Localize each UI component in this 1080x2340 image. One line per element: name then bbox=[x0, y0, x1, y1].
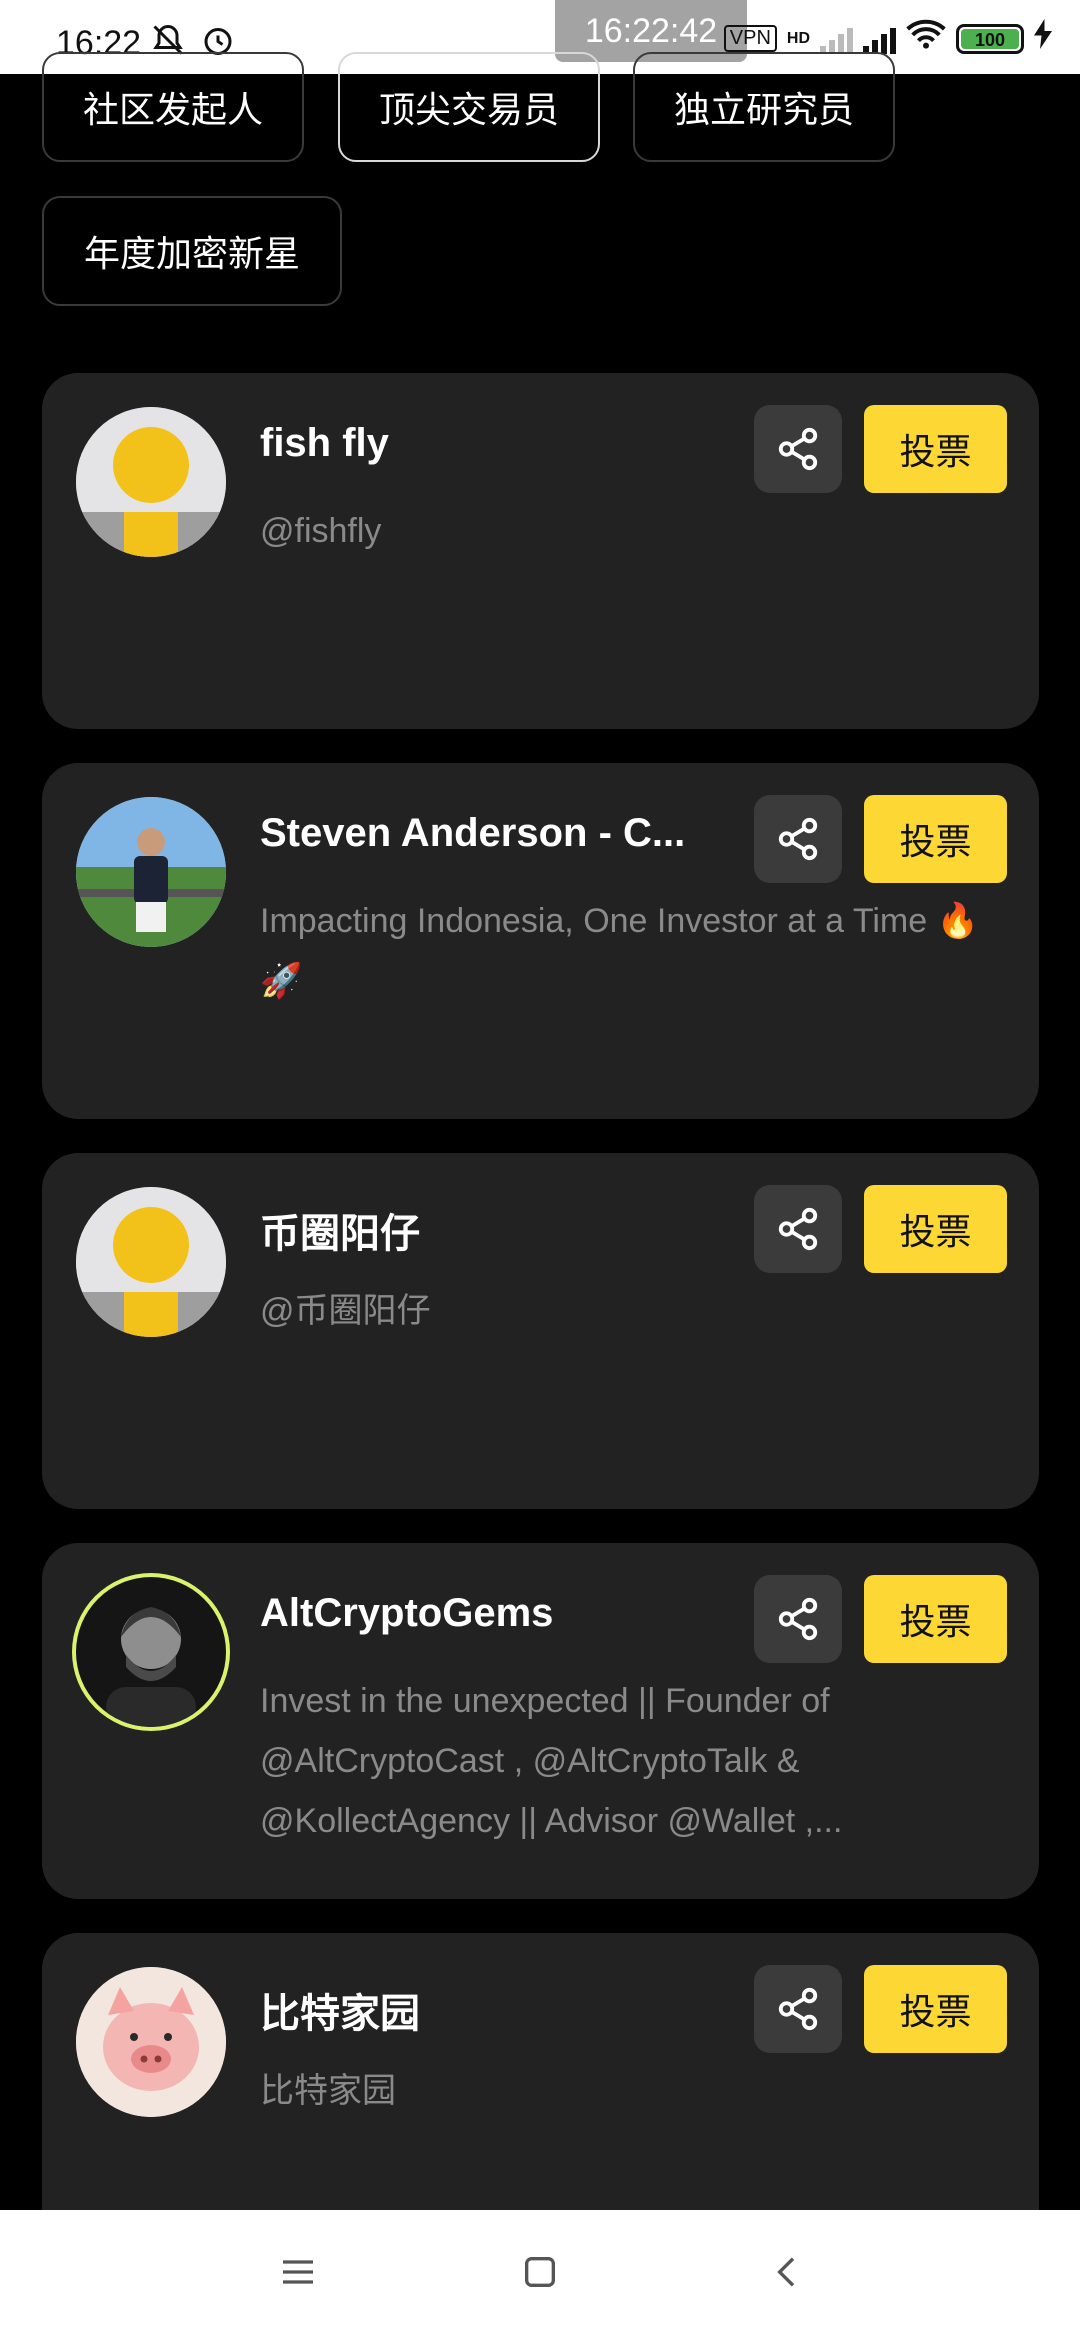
candidate-name: Steven Anderson - C... bbox=[260, 811, 686, 855]
menu-icon[interactable] bbox=[278, 2250, 318, 2299]
charging-icon bbox=[1034, 19, 1052, 58]
home-icon[interactable] bbox=[520, 2250, 560, 2299]
signal-weak-icon bbox=[820, 24, 853, 54]
candidate-bio: Invest in the unexpected || Founder of @… bbox=[260, 1682, 843, 1840]
share-button[interactable] bbox=[754, 795, 842, 883]
network-label: HD bbox=[786, 29, 810, 47]
pig-avatar bbox=[76, 1967, 226, 2117]
back-icon[interactable] bbox=[768, 2250, 808, 2299]
share-button[interactable] bbox=[754, 405, 842, 493]
chip-top-trader[interactable]: 顶尖交易员 bbox=[338, 52, 600, 162]
photo-avatar bbox=[76, 797, 226, 947]
vote-button[interactable]: 投票 bbox=[864, 795, 1007, 883]
share-button[interactable] bbox=[754, 1185, 842, 1273]
share-icon bbox=[778, 817, 818, 861]
candidate-bio: Impacting Indonesia, One Investor at a T… bbox=[260, 902, 979, 1000]
battery-level: 100 bbox=[961, 28, 1019, 50]
battery-icon: 100 bbox=[956, 23, 1024, 54]
chip-independent-researcher[interactable]: 独立研究员 bbox=[633, 52, 895, 162]
wifi-icon bbox=[906, 18, 946, 59]
candidate-bio: @币圈阳仔 bbox=[260, 1292, 431, 1330]
default-avatar-icon bbox=[76, 407, 226, 557]
share-icon bbox=[778, 427, 818, 471]
candidate-bio: 比特家园 bbox=[260, 2072, 396, 2110]
candidate-bio: @fishfly bbox=[260, 512, 382, 550]
candidate-name: fish fly bbox=[260, 421, 389, 465]
candidate-card: 币圈阳仔 @币圈阳仔 投票 bbox=[42, 1153, 1039, 1509]
candidate-card: fish fly @fishfly 投票 bbox=[42, 373, 1039, 729]
vote-button[interactable]: 投票 bbox=[864, 1965, 1007, 2053]
candidate-name: 币圈阳仔 bbox=[260, 1212, 420, 1256]
candidate-card: AltCryptoGems Invest in the unexpected |… bbox=[42, 1543, 1039, 1899]
signal-icon bbox=[863, 24, 896, 54]
candidate-name: AltCryptoGems bbox=[260, 1591, 554, 1635]
candidate-name: 比特家园 bbox=[260, 1992, 420, 2036]
share-icon bbox=[778, 1597, 818, 1641]
share-icon bbox=[778, 1987, 818, 2031]
candidate-card: Steven Anderson - C... Impacting Indones… bbox=[42, 763, 1039, 1119]
share-button[interactable] bbox=[754, 1965, 842, 2053]
vote-button[interactable]: 投票 bbox=[864, 1185, 1007, 1273]
chip-community-founder[interactable]: 社区发起人 bbox=[42, 52, 304, 162]
default-avatar-icon bbox=[76, 1187, 226, 1337]
share-icon bbox=[778, 1207, 818, 1251]
system-nav-bar bbox=[0, 2210, 1080, 2340]
vote-button[interactable]: 投票 bbox=[864, 1575, 1007, 1663]
share-button[interactable] bbox=[754, 1575, 842, 1663]
photo-avatar bbox=[76, 1577, 226, 1727]
chip-crypto-rising-star[interactable]: 年度加密新星 bbox=[42, 196, 342, 306]
candidate-card: 比特家园 比特家园 投票 bbox=[42, 1933, 1039, 2223]
vpn-icon: VPN bbox=[723, 25, 777, 52]
vote-button[interactable]: 投票 bbox=[864, 405, 1007, 493]
